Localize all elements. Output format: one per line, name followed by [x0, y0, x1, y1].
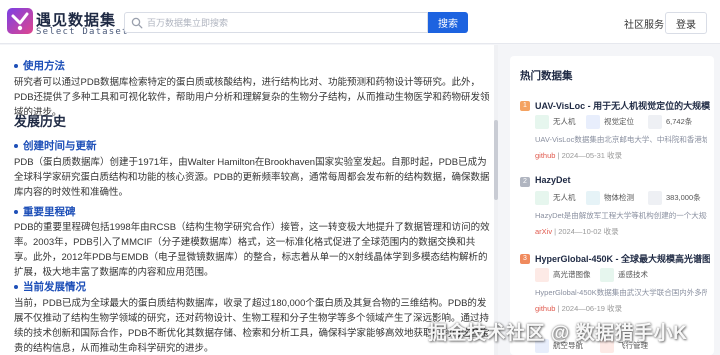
dataset-meta: arXiv | 2024—10-02 收录 — [535, 227, 619, 236]
stack-icon — [648, 115, 662, 129]
dataset-tag: 遥感技术 — [600, 268, 648, 282]
dataset-title[interactable]: HazyDet — [535, 175, 710, 185]
dataset-tag: 物体检测 — [586, 191, 634, 205]
dataset-description: HyperGlobal-450K数据集由武汉大学联合国内外多所... — [535, 288, 707, 297]
rank-badge: 3 — [520, 254, 530, 264]
usage-paragraph: 研究者可以通过PDB数据库检索特定的蛋白质或核酸结构，进行结构比对、功能预测和药… — [14, 77, 490, 118]
history-heading: 发展历史 — [14, 114, 67, 129]
dataset-description: UAV-VisLoc数据集由北京邮电大学、中科院和香港城... — [535, 135, 707, 144]
dataset-title[interactable]: UAV-VisLoc - 用于无人机视觉定位的大规模数据集 — [535, 99, 710, 112]
logo-icon[interactable] — [6, 7, 34, 35]
search-icon — [131, 17, 143, 29]
current-heading: 当前发展情况 — [14, 279, 86, 294]
bullet-dot — [14, 285, 18, 290]
usage-heading: 使用方法 — [14, 58, 65, 73]
search-box — [124, 12, 428, 33]
dataset-title[interactable]: HyperGlobal-450K - 全球最大规模高光谱图像数据集 — [535, 252, 710, 265]
creation-paragraph: PDB（蛋白质数据库）创建于1971年，由Walter Hamilton在Bro… — [14, 157, 490, 198]
hot-datasets-title: 热门数据集 — [520, 70, 573, 82]
top-header: 遇见数据集 Select Dataset 搜索 社区服务 登录 — [0, 0, 720, 44]
rank-badge: 1 — [520, 101, 530, 111]
dataset-source: arXiv — [535, 227, 553, 236]
location-icon — [586, 115, 600, 129]
dataset-source: github — [535, 151, 556, 160]
brand-subtitle: Select Dataset — [36, 27, 129, 37]
dataset-source: github — [535, 304, 556, 313]
detection-icon — [586, 191, 600, 205]
hot-datasets-panel: 热门数据集 1 UAV-VisLoc - 用于无人机视觉定位的大规模数据集 无人… — [510, 56, 714, 355]
rank-badge: 2 — [520, 177, 530, 187]
dataset-meta: github | 2024—05-31 收录 — [535, 151, 623, 160]
dataset-count: 6,742条 — [648, 115, 692, 129]
watermark-text: 掘金技术社区 @ 数据猎手小K — [428, 323, 688, 344]
milestone-paragraph: PDB的重要里程碑包括1998年由RCSB（结构生物学研究合作）接管，这一转变极… — [14, 222, 490, 278]
drone-icon — [535, 191, 549, 205]
dataset-description: HazyDet是由解放军工程大学等机构创建的一个大规模... — [535, 211, 707, 220]
login-button[interactable]: 登录 — [665, 12, 707, 34]
dataset-date: 2024—06-19 收录 — [561, 304, 623, 313]
dataset-count: 383,000条 — [648, 191, 701, 205]
main-scrollbar[interactable] — [494, 45, 498, 355]
creation-heading: 创建时间与更新 — [14, 138, 97, 153]
nav-community-services[interactable]: 社区服务 — [624, 16, 664, 31]
dataset-tag: 视觉定位 — [586, 115, 634, 129]
dataset-tag: 高光谱图像 — [535, 268, 591, 282]
current-paragraph: 当前，PDB已成为全球最大的蛋白质结构数据库，收录了超过180,000个蛋白质及… — [14, 298, 490, 354]
stack-icon — [648, 191, 662, 205]
search-button[interactable]: 搜索 — [428, 12, 468, 33]
dataset-date: 2024—10-02 收录 — [558, 227, 619, 236]
main-content: 使用方法 研究者可以通过PDB数据库检索特定的蛋白质或核酸结构，进行结构比对、功… — [0, 45, 498, 355]
dataset-tag: 无人机 — [535, 115, 576, 129]
satellite-icon — [600, 268, 614, 282]
bullet-dot — [14, 210, 18, 215]
image-icon — [535, 268, 549, 282]
dataset-date: 2024—05-31 收录 — [561, 151, 623, 160]
bullet-dot — [14, 64, 18, 69]
dataset-meta: github | 2024—06-19 收录 — [535, 304, 623, 313]
milestone-heading: 重要里程碑 — [14, 204, 76, 219]
main-scroll-thumb[interactable] — [494, 120, 498, 200]
bullet-dot — [14, 144, 18, 149]
search-input[interactable] — [147, 15, 423, 31]
dataset-tag: 无人机 — [535, 191, 576, 205]
drone-icon — [535, 115, 549, 129]
